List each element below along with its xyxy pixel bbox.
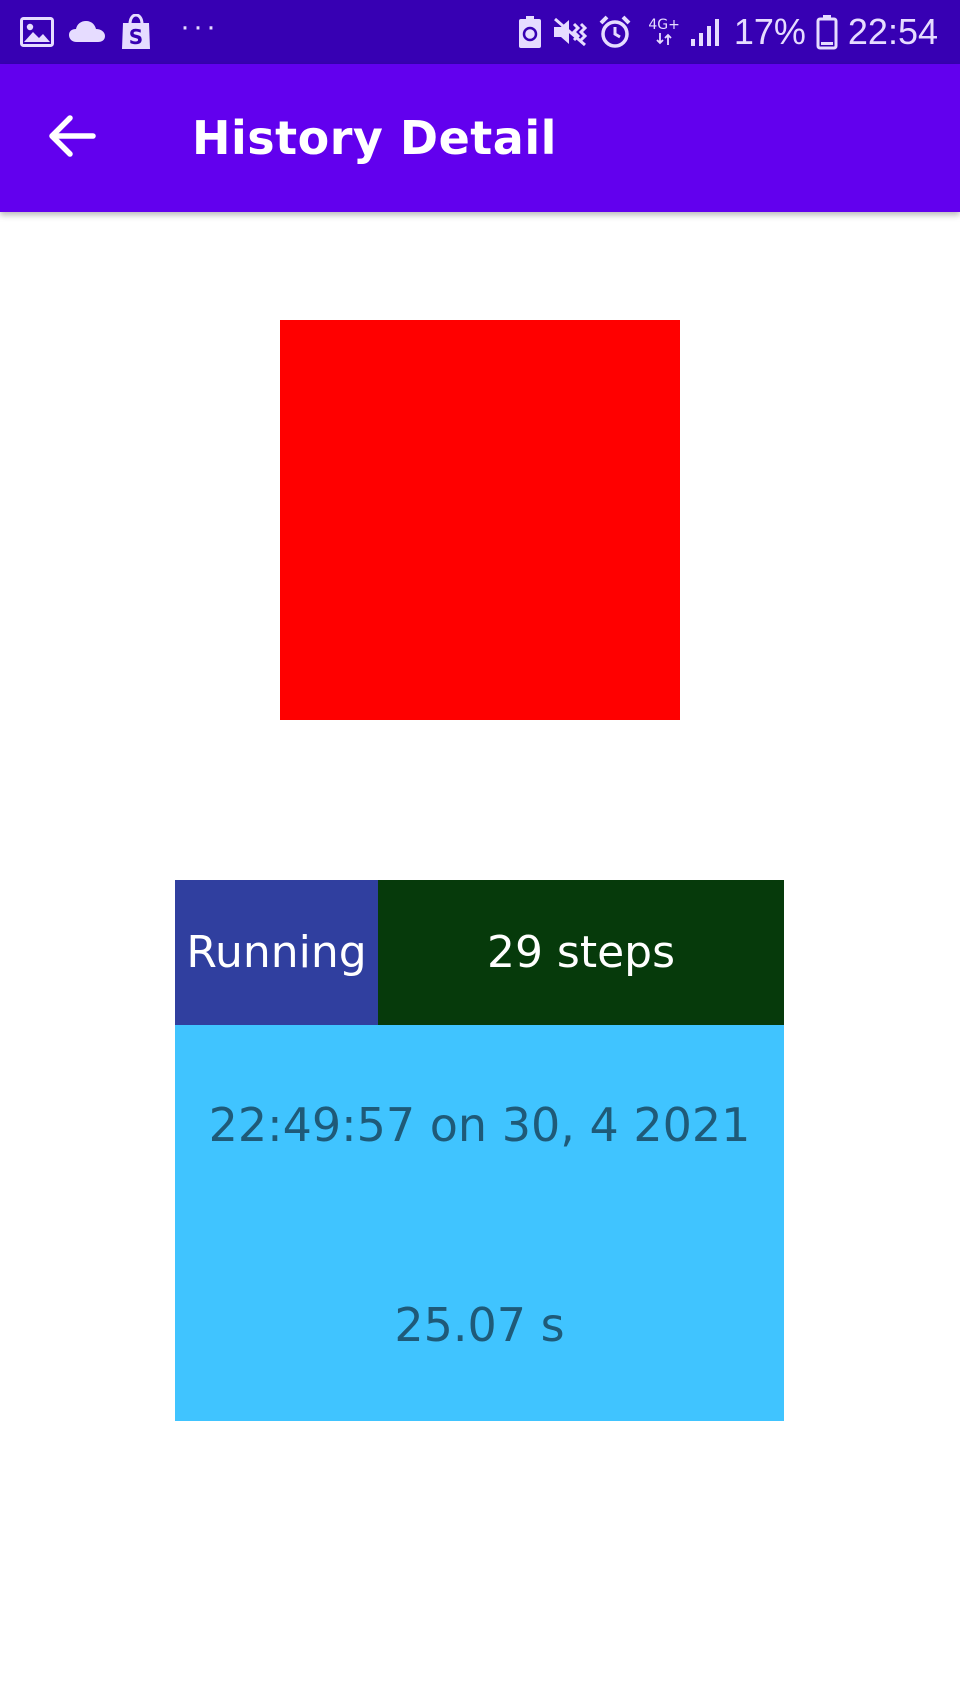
network-type-indicator: 4G+ xyxy=(648,18,680,46)
details-panel: 22:49:57 on 30, 4 2021 25.07 s xyxy=(175,1025,784,1421)
signal-icon xyxy=(690,17,724,47)
steps-count-label: 29 steps xyxy=(378,880,784,1025)
svg-text:S: S xyxy=(129,25,143,49)
summary-row: Running 29 steps xyxy=(175,880,784,1025)
activity-type-label: Running xyxy=(175,880,378,1025)
app-bar: History Detail xyxy=(0,64,960,212)
back-button[interactable] xyxy=(36,102,108,174)
duration-label: 25.07 s xyxy=(394,1298,565,1352)
cloud-icon xyxy=(68,20,106,44)
alarm-icon xyxy=(598,15,632,49)
history-info-card: Running 29 steps 22:49:57 on 30, 4 2021 … xyxy=(175,880,784,1421)
clock: 22:54 xyxy=(847,11,938,52)
battery-percent: 17% xyxy=(733,11,806,52)
status-bar: S ··· 4G+ 17% 22:54 xyxy=(0,0,960,64)
overflow-notifications-dots: ··· xyxy=(180,10,219,43)
mute-vibrate-icon xyxy=(552,16,588,48)
activity-image xyxy=(280,320,680,720)
battery-icon xyxy=(816,14,838,50)
timestamp-label: 22:49:57 on 30, 4 2021 xyxy=(208,1098,751,1152)
page-title: History Detail xyxy=(192,111,557,165)
battery-saver-icon xyxy=(518,15,542,49)
shopping-bag-icon: S xyxy=(120,14,152,50)
arrow-back-icon xyxy=(48,114,96,163)
status-left-icons: S ··· xyxy=(20,0,219,64)
gallery-icon xyxy=(20,17,54,47)
status-right-icons: 4G+ 17% 22:54 xyxy=(518,0,938,64)
